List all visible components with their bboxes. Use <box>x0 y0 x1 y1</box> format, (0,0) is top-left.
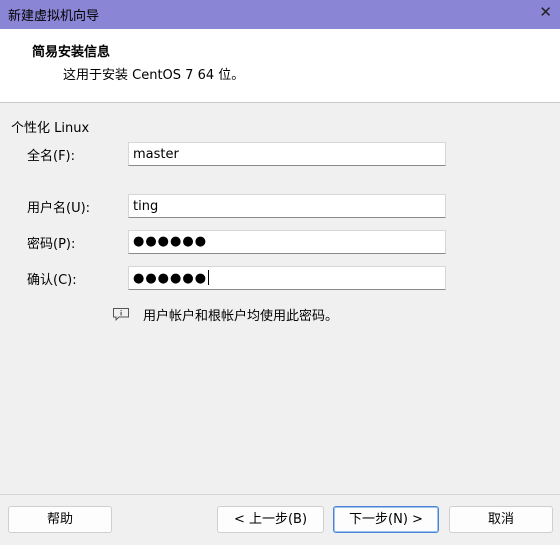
fullname-label: 全名(F): <box>27 149 76 164</box>
username-label: 用户名(U): <box>27 201 91 216</box>
page-subtitle: 这用于安装 CentOS 7 64 位。 <box>63 68 245 83</box>
password-input[interactable]: ●●●●●● <box>128 230 446 254</box>
title-bar: 新建虚拟机向导 ✕ <box>0 0 560 29</box>
fullname-input[interactable]: master <box>128 142 446 166</box>
confirm-label: 确认(C): <box>27 273 77 288</box>
next-button[interactable]: 下一步(N) > <box>333 506 439 533</box>
confirm-password-value: ●●●●●● <box>133 271 208 286</box>
back-button[interactable]: < 上一步(B) <box>217 506 324 533</box>
text-caret <box>208 270 210 285</box>
hint-text: 用户帐户和根帐户均使用此密码。 <box>143 309 339 324</box>
help-button[interactable]: 帮助 <box>8 506 112 533</box>
confirm-password-input[interactable]: ●●●●●● <box>128 266 446 290</box>
window-title: 新建虚拟机向导 <box>8 9 100 24</box>
cancel-button[interactable]: 取消 <box>449 506 553 533</box>
footer-divider <box>0 494 560 495</box>
username-input[interactable]: ting <box>128 194 446 218</box>
speech-bubble-info-icon <box>113 308 129 321</box>
close-icon[interactable]: ✕ <box>539 3 552 21</box>
group-label: 个性化 Linux <box>11 121 90 136</box>
wizard-header: 简易安装信息 这用于安装 CentOS 7 64 位。 <box>0 29 560 103</box>
page-title: 简易安装信息 <box>32 45 111 60</box>
password-label: 密码(P): <box>27 237 76 252</box>
